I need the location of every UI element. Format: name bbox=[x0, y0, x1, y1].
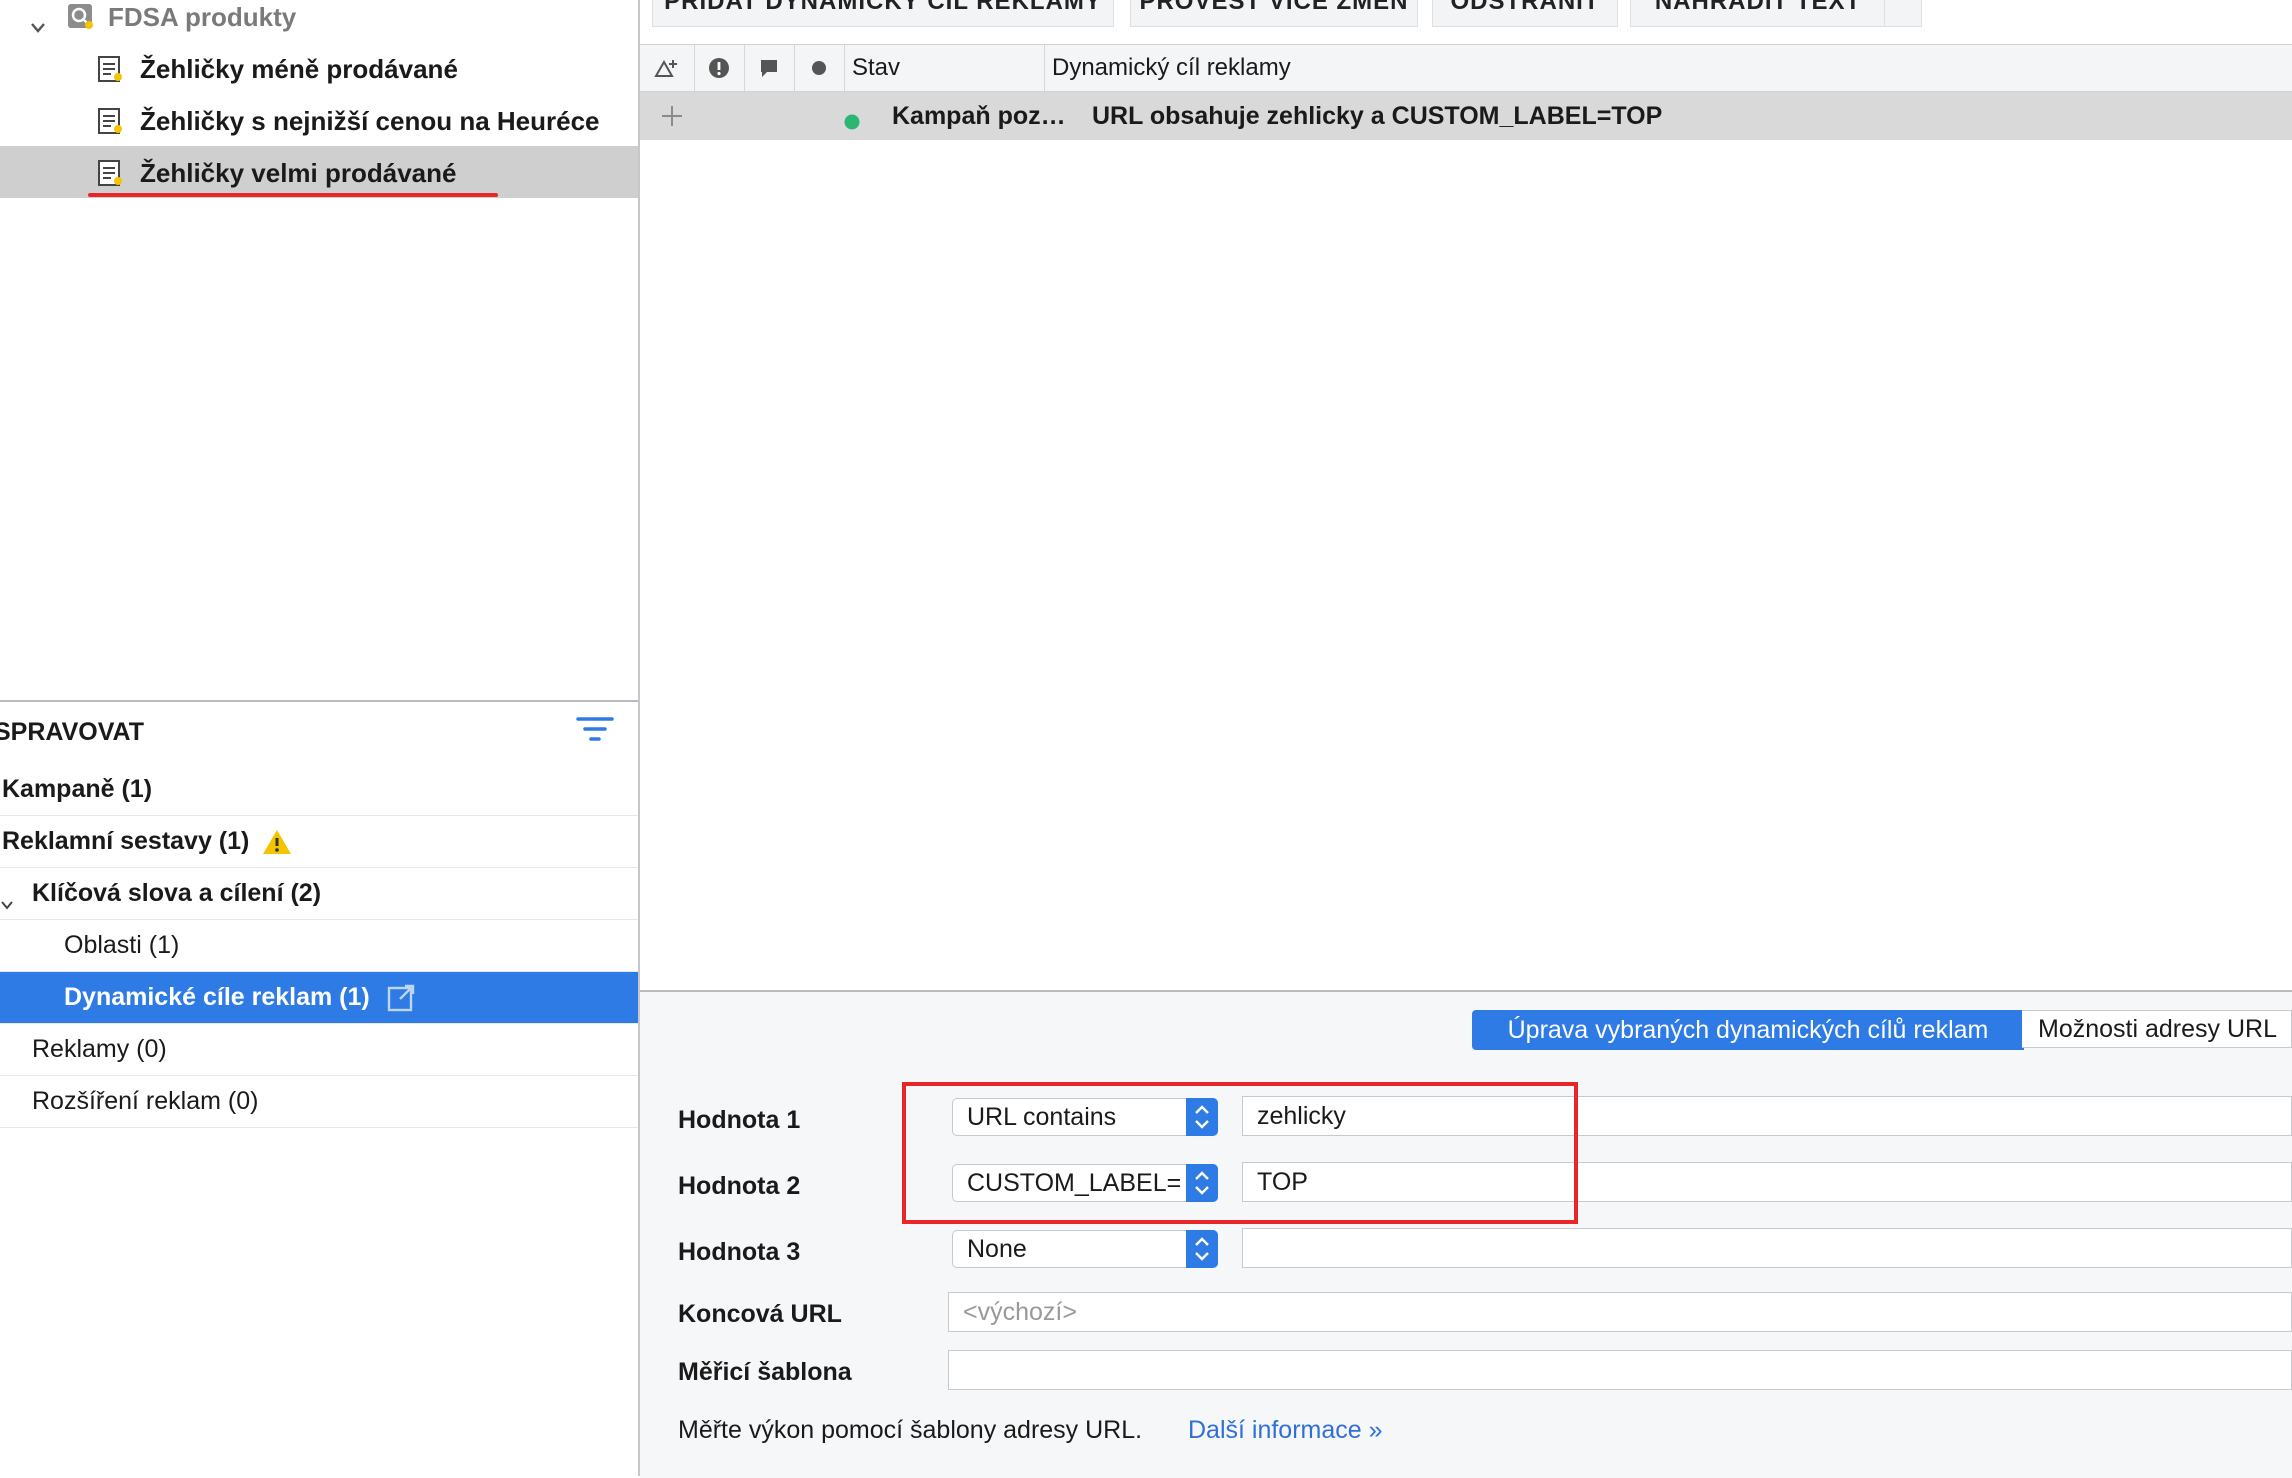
edit-icon[interactable] bbox=[640, 45, 695, 91]
manage-item-label: Dynamické cíle reklam (1) bbox=[64, 983, 370, 1011]
left-panel: FDSA produkty Žehličky méně prodávané Že… bbox=[0, 0, 640, 1476]
manage-item-extensions[interactable]: Rozšíření reklam (0) bbox=[0, 1076, 638, 1128]
error-icon[interactable] bbox=[694, 45, 745, 91]
value3-label: Hodnota 3 bbox=[678, 1238, 801, 1266]
row-target: URL obsahuje zehlicky a CUSTOM_LABEL=TOP bbox=[1092, 102, 1663, 130]
enabled-status-icon bbox=[844, 108, 860, 137]
manage-item-ad-groups[interactable]: Reklamní sestavy (1) bbox=[0, 816, 638, 868]
add-row-icon[interactable] bbox=[660, 104, 684, 135]
tree-item-label: Žehličky velmi prodávané bbox=[140, 158, 457, 188]
chevron-down-icon[interactable] bbox=[0, 888, 14, 917]
row-campaign: Kampaň poz… bbox=[892, 102, 1066, 130]
column-dynamic-target[interactable]: Dynamický cíl reklamy bbox=[1044, 45, 2292, 91]
value3-select-value: None bbox=[967, 1234, 1027, 1263]
manage-item-label: Kampaně (1) bbox=[2, 775, 153, 803]
column-status[interactable]: Stav bbox=[844, 45, 1045, 91]
manage-header: SPRAVOVAT bbox=[0, 700, 638, 762]
tree-item-selected[interactable]: Žehličky velmi prodávané bbox=[0, 146, 638, 198]
add-dynamic-target-button[interactable]: PŘIDAT DYNAMICKÝ CÍL REKLAMY bbox=[652, 0, 1114, 27]
column-status-label: Stav bbox=[852, 54, 901, 81]
make-multiple-changes-button[interactable]: PROVÉST VÍCE ZMĚN bbox=[1130, 0, 1418, 27]
tracking-template-input[interactable] bbox=[948, 1350, 2292, 1390]
column-dynamic-target-label: Dynamický cíl reklamy bbox=[1052, 54, 1291, 81]
learn-more-link[interactable]: Další informace » bbox=[1188, 1416, 1383, 1445]
ad-group-icon bbox=[96, 159, 122, 186]
manage-item-label: Reklamní sestavy (1) bbox=[2, 827, 250, 855]
ad-group-icon bbox=[96, 107, 122, 134]
manage-item-label: Klíčová slova a cílení (2) bbox=[32, 879, 322, 907]
manage-item-label: Oblasti (1) bbox=[64, 931, 180, 959]
more-dropdown-button[interactable] bbox=[1884, 0, 1922, 27]
final-url-placeholder: <výchozí> bbox=[963, 1297, 1077, 1326]
tree-item[interactable]: Žehličky s nejnižší cenou na Heuréce bbox=[0, 94, 638, 146]
final-url-input[interactable]: <výchozí> bbox=[948, 1292, 2292, 1332]
tracking-template-label: Měřicí šablona bbox=[678, 1358, 852, 1386]
tree-item-label: Žehličky méně prodávané bbox=[140, 54, 458, 84]
warning-icon bbox=[261, 828, 293, 856]
tab-edit-selected[interactable]: Úprava vybraných dynamických cílů reklam bbox=[1472, 1010, 2024, 1050]
value2-label: Hodnota 2 bbox=[678, 1172, 801, 1200]
ad-group-icon bbox=[96, 55, 122, 82]
highlight-box bbox=[902, 1082, 1578, 1224]
manage-item-dynamic-targets[interactable]: Dynamické cíle reklam (1) bbox=[0, 972, 638, 1024]
tab-url-options[interactable]: Možnosti adresy URL bbox=[2022, 1010, 2292, 1048]
table-row[interactable]: Kampaň poz… URL obsahuje zehlicky a CUST… bbox=[640, 92, 2292, 140]
editor-panel: Úprava vybraných dynamických cílů reklam… bbox=[640, 990, 2292, 1478]
value1-label: Hodnota 1 bbox=[678, 1106, 801, 1134]
tree-item-label: Žehličky s nejnižší cenou na Heuréce bbox=[140, 106, 600, 136]
red-underline bbox=[88, 193, 498, 197]
tree-item[interactable]: Žehličky méně prodávané bbox=[0, 42, 638, 94]
grid-header: Stav Dynamický cíl reklamy bbox=[640, 44, 2292, 92]
value3-select[interactable]: None bbox=[952, 1230, 1218, 1268]
select-arrows-icon bbox=[1186, 1230, 1218, 1268]
help-text: Měřte výkon pomocí šablony adresy URL. bbox=[678, 1416, 1143, 1444]
remove-button[interactable]: ODSTRANIT bbox=[1432, 0, 1618, 27]
chevron-down-icon[interactable] bbox=[30, 10, 46, 41]
tree-root-row[interactable]: FDSA produkty bbox=[0, 0, 638, 42]
manage-item-locations[interactable]: Oblasti (1) bbox=[0, 920, 638, 972]
manage-item-campaigns[interactable]: Kampaně (1) bbox=[0, 764, 638, 816]
manage-item-label: Rozšíření reklam (0) bbox=[32, 1087, 259, 1115]
final-url-label: Koncová URL bbox=[678, 1300, 842, 1328]
product-group-icon bbox=[66, 2, 94, 37]
tab-edit-selected-label: Úprava vybraných dynamických cílů reklam bbox=[1507, 1015, 1989, 1044]
value3-input[interactable] bbox=[1242, 1228, 2292, 1268]
manage-title: SPRAVOVAT bbox=[0, 717, 145, 746]
tab-url-options-label: Možnosti adresy URL bbox=[2038, 1014, 2277, 1043]
filter-icon[interactable] bbox=[576, 714, 614, 751]
external-link-icon[interactable] bbox=[386, 983, 416, 1013]
manage-item-ads[interactable]: Reklamy (0) bbox=[0, 1024, 638, 1076]
comment-icon[interactable] bbox=[744, 45, 795, 91]
manage-item-keywords[interactable]: Klíčová slova a cílení (2) bbox=[0, 868, 638, 920]
status-dot-icon[interactable] bbox=[794, 45, 845, 91]
manage-item-label: Reklamy (0) bbox=[32, 1035, 167, 1063]
replace-text-button[interactable]: NAHRADIT TEXT bbox=[1630, 0, 1886, 27]
tree-root-label: FDSA produkty bbox=[108, 2, 297, 32]
